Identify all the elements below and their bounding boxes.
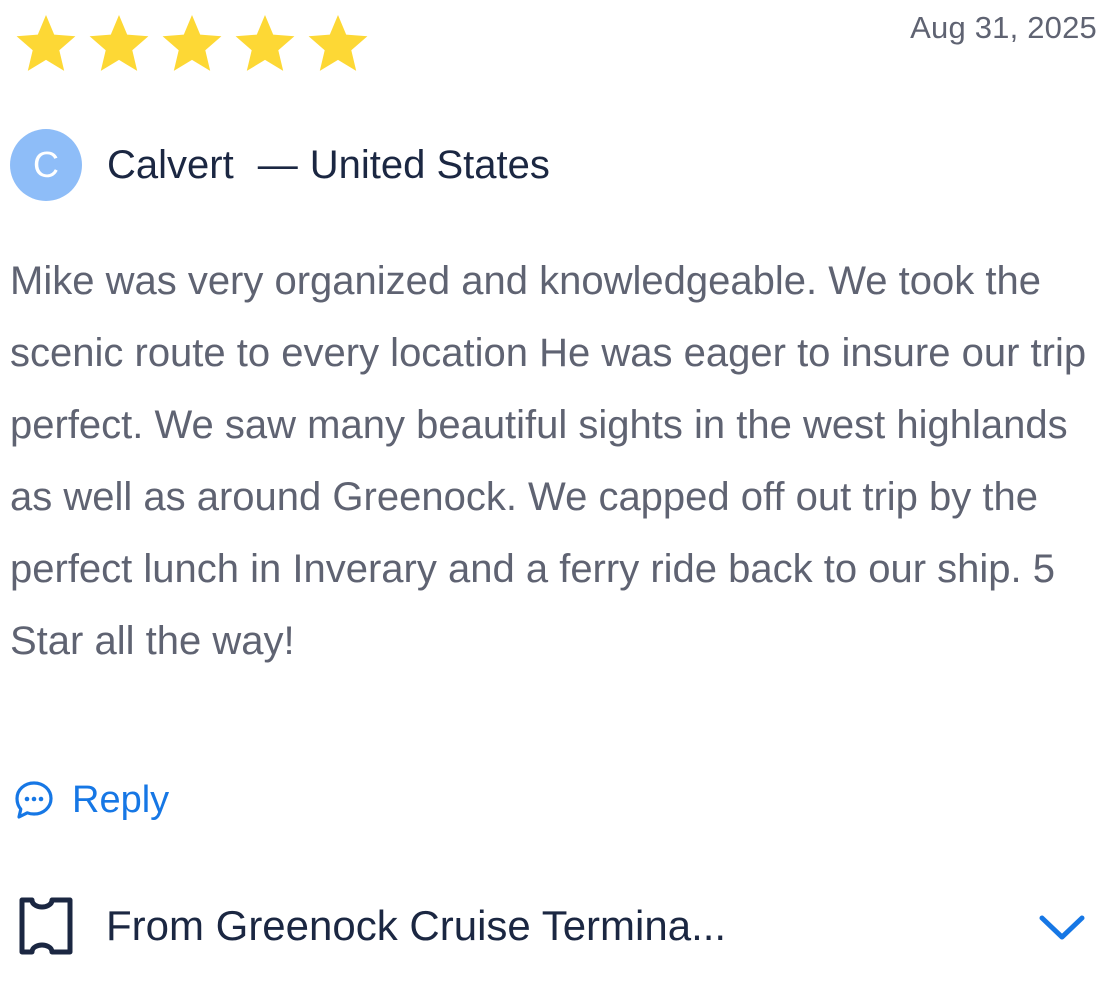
review-date: Aug 31, 2025 <box>910 10 1097 45</box>
reviewer-country: United States <box>309 142 550 187</box>
tour-expand-row[interactable]: From Greenock Cruise Termina... <box>14 892 1094 960</box>
chevron-down-icon[interactable] <box>1036 906 1088 946</box>
review-text: Mike was very organized and knowledgeabl… <box>10 259 1087 663</box>
star-icon <box>308 15 368 71</box>
star-icon <box>162 15 222 71</box>
ticket-icon <box>19 897 73 955</box>
reviewer-info: C Calvert — United States <box>10 129 550 201</box>
tour-title: From Greenock Cruise Termina... <box>106 902 727 949</box>
reply-label: Reply <box>72 778 170 821</box>
avatar: C <box>10 129 82 201</box>
star-rating <box>14 12 370 76</box>
reviewer-separator: — <box>257 142 298 187</box>
star-icon <box>235 15 295 71</box>
reviewer-name: Calvert <box>107 142 234 187</box>
reply-button[interactable]: Reply <box>12 778 169 822</box>
chat-bubble-icon <box>15 781 53 819</box>
star-icon <box>16 15 76 71</box>
star-icon <box>89 15 149 71</box>
